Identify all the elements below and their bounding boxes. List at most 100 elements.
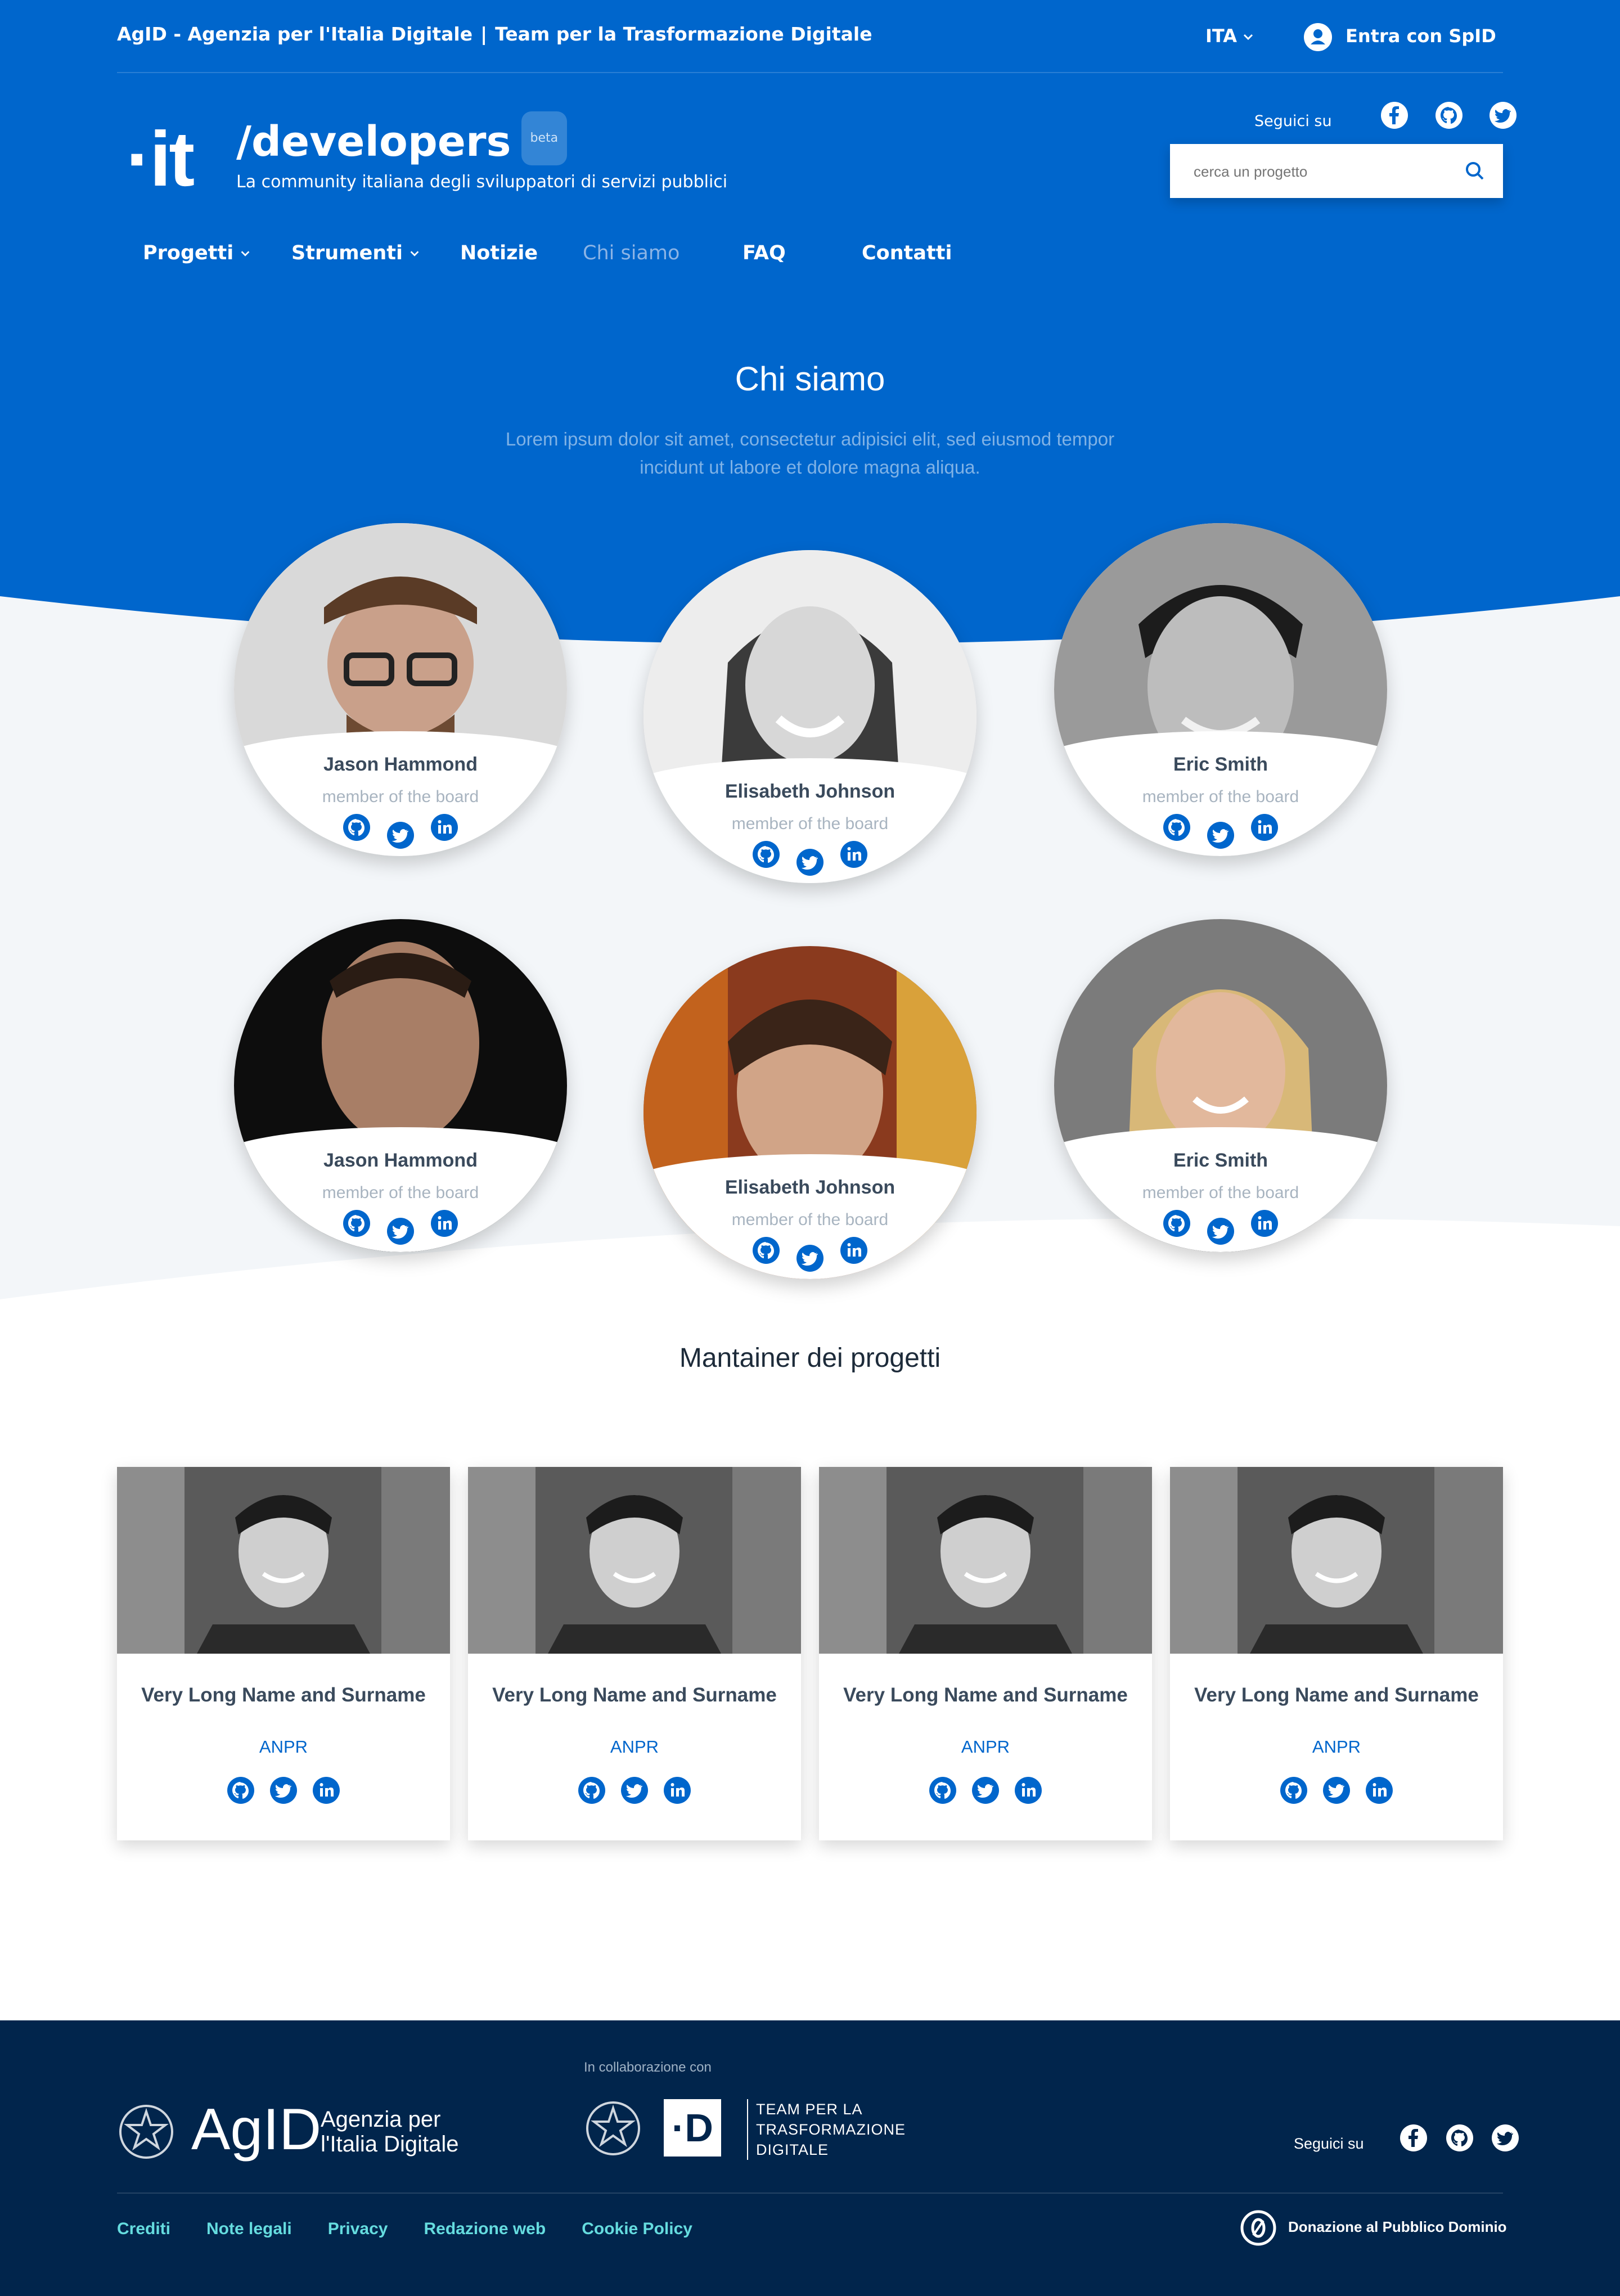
language-selector[interactable]: ITA bbox=[1205, 20, 1255, 52]
linkedin-icon[interactable] bbox=[430, 813, 458, 844]
linkedin-icon[interactable] bbox=[1250, 1209, 1279, 1240]
maintainer-social bbox=[117, 1776, 450, 1807]
linkedin-icon[interactable] bbox=[840, 840, 868, 871]
team-logo-text: TEAM PER LA TRASFORMAZIONE DIGITALE bbox=[747, 2099, 906, 2160]
github-icon[interactable] bbox=[227, 1776, 255, 1807]
maintainer-project[interactable]: ANPR bbox=[117, 1737, 450, 1757]
agid-tagline: Agenzia per l'Italia Digitale bbox=[321, 2107, 459, 2157]
team-member-card: Jason Hammond member of the board bbox=[234, 523, 567, 856]
twitter-icon[interactable] bbox=[796, 1244, 824, 1275]
github-icon[interactable] bbox=[1163, 1209, 1191, 1240]
footer-link-privacy[interactable]: Privacy bbox=[328, 2220, 388, 2238]
linkedin-icon[interactable] bbox=[1014, 1776, 1042, 1807]
github-icon[interactable] bbox=[752, 840, 780, 871]
member-name: Jason Hammond bbox=[323, 1150, 478, 1171]
team-logo-line: TEAM PER LA bbox=[756, 2101, 863, 2118]
slim-header: AgID - Agenzia per l'Italia Digitale | Tea… bbox=[117, 20, 1503, 73]
nav-item-contatti[interactable]: Contatti bbox=[862, 236, 952, 270]
nav-item-strumenti[interactable]: Strumenti bbox=[291, 236, 421, 270]
member-role: member of the board bbox=[1142, 1183, 1299, 1202]
nav-item-progetti[interactable]: Progetti bbox=[143, 236, 251, 270]
maintainer-card: Very Long Name and Surname ANPR bbox=[117, 1467, 450, 1840]
agid-link[interactable]: AgID - Agenzia per l'Italia Digitale bbox=[117, 23, 472, 45]
member-social bbox=[1054, 813, 1387, 852]
twitter-icon[interactable] bbox=[1489, 101, 1517, 141]
republic-emblem-icon bbox=[586, 2101, 640, 2155]
nav-label: Progetti bbox=[143, 242, 234, 264]
team-logo-mark: ·D bbox=[664, 2099, 721, 2157]
linkedin-icon[interactable] bbox=[430, 1209, 458, 1240]
agid-tagline-line: l'Italia Digitale bbox=[321, 2132, 459, 2157]
maintainers-title: Mantainer dei progetti bbox=[679, 1343, 941, 1373]
search-icon[interactable] bbox=[1460, 156, 1490, 186]
twitter-icon[interactable] bbox=[1322, 1776, 1351, 1807]
member-name: Eric Smith bbox=[1173, 754, 1268, 775]
footer-links: Crediti Note legali Privacy Redazione web Co… bbox=[117, 2220, 728, 2239]
public-domain-link[interactable]: Donazione al Pubblico Dominio bbox=[1240, 2208, 1507, 2247]
team-link[interactable]: Team per la Trasformazione Digitale bbox=[495, 23, 872, 45]
brand-links: AgID - Agenzia per l'Italia Digitale | Tea… bbox=[117, 20, 872, 48]
twitter-icon[interactable] bbox=[386, 821, 415, 852]
maintainer-card: Very Long Name and Surname ANPR bbox=[819, 1467, 1152, 1840]
member-role: member of the board bbox=[322, 787, 479, 806]
maintainer-project[interactable]: ANPR bbox=[1170, 1737, 1503, 1757]
nav-label: Strumenti bbox=[291, 242, 403, 264]
linkedin-icon[interactable] bbox=[663, 1776, 691, 1807]
team-member-card: Eric Smith member of the board bbox=[1054, 523, 1387, 856]
maintainer-photo bbox=[819, 1467, 1152, 1654]
site-logo[interactable]: ·it bbox=[126, 120, 195, 198]
twitter-icon[interactable] bbox=[971, 1776, 1000, 1807]
facebook-icon[interactable] bbox=[1380, 101, 1408, 141]
twitter-icon[interactable] bbox=[1491, 2124, 1519, 2163]
github-icon[interactable] bbox=[929, 1776, 957, 1807]
team-member-card: Elisabeth Johnson member of the board bbox=[644, 946, 976, 1279]
brand-separator: | bbox=[480, 23, 488, 45]
github-icon[interactable] bbox=[1163, 813, 1191, 844]
linkedin-icon[interactable] bbox=[1250, 813, 1279, 844]
chevron-down-icon bbox=[1243, 34, 1253, 40]
linkedin-icon[interactable] bbox=[312, 1776, 340, 1807]
twitter-icon[interactable] bbox=[620, 1776, 649, 1807]
twitter-icon[interactable] bbox=[386, 1217, 415, 1248]
github-icon[interactable] bbox=[343, 813, 371, 844]
footer-link-cookie-policy[interactable]: Cookie Policy bbox=[582, 2220, 692, 2238]
follow-label: Seguici su bbox=[1294, 2135, 1364, 2152]
footer-link-redazione-web[interactable]: Redazione web bbox=[424, 2220, 546, 2238]
nav-item-notizie[interactable]: Notizie bbox=[460, 236, 538, 270]
github-icon[interactable] bbox=[1435, 101, 1463, 141]
github-icon[interactable] bbox=[578, 1776, 606, 1807]
nav-label: Contatti bbox=[862, 242, 952, 264]
language-label: ITA bbox=[1205, 25, 1238, 47]
nav-item-chi-siamo[interactable]: Chi siamo bbox=[583, 236, 680, 270]
nav-label: Chi siamo bbox=[583, 242, 680, 264]
maintainer-project[interactable]: ANPR bbox=[468, 1737, 801, 1757]
github-icon[interactable] bbox=[1280, 1776, 1308, 1807]
twitter-icon[interactable] bbox=[1207, 821, 1235, 852]
maintainer-card: Very Long Name and Surname ANPR bbox=[1170, 1467, 1503, 1840]
maintainer-social bbox=[468, 1776, 801, 1807]
maintainer-project[interactable]: ANPR bbox=[819, 1737, 1152, 1757]
login-button[interactable]: Entra con SpID bbox=[1304, 20, 1496, 52]
follow-label: Seguici su bbox=[1254, 112, 1332, 130]
twitter-icon[interactable] bbox=[1207, 1217, 1235, 1248]
twitter-icon[interactable] bbox=[269, 1776, 298, 1807]
search-input[interactable] bbox=[1192, 159, 1442, 184]
linkedin-icon[interactable] bbox=[1365, 1776, 1393, 1807]
github-icon[interactable] bbox=[343, 1209, 371, 1240]
linkedin-icon[interactable] bbox=[840, 1236, 868, 1267]
member-name: Elisabeth Johnson bbox=[724, 1177, 896, 1198]
facebook-icon[interactable] bbox=[1400, 2124, 1428, 2163]
team-member-card: Elisabeth Johnson member of the board bbox=[644, 550, 976, 883]
header-social: Seguici su bbox=[1254, 101, 1517, 141]
user-icon bbox=[1304, 23, 1332, 51]
footer-link-note-legali[interactable]: Note legali bbox=[206, 2220, 292, 2238]
maintainer-photo bbox=[1170, 1467, 1503, 1654]
maintainer-name: Very Long Name and Surname bbox=[843, 1684, 1128, 1706]
twitter-icon[interactable] bbox=[796, 848, 824, 879]
nav-item-faq[interactable]: FAQ bbox=[742, 236, 786, 270]
github-icon[interactable] bbox=[752, 1236, 780, 1267]
footer-link-crediti[interactable]: Crediti bbox=[117, 2220, 170, 2238]
page-title: Chi siamo bbox=[735, 360, 885, 398]
github-icon[interactable] bbox=[1446, 2124, 1474, 2163]
agid-wordmark: AgID bbox=[191, 2097, 322, 2162]
